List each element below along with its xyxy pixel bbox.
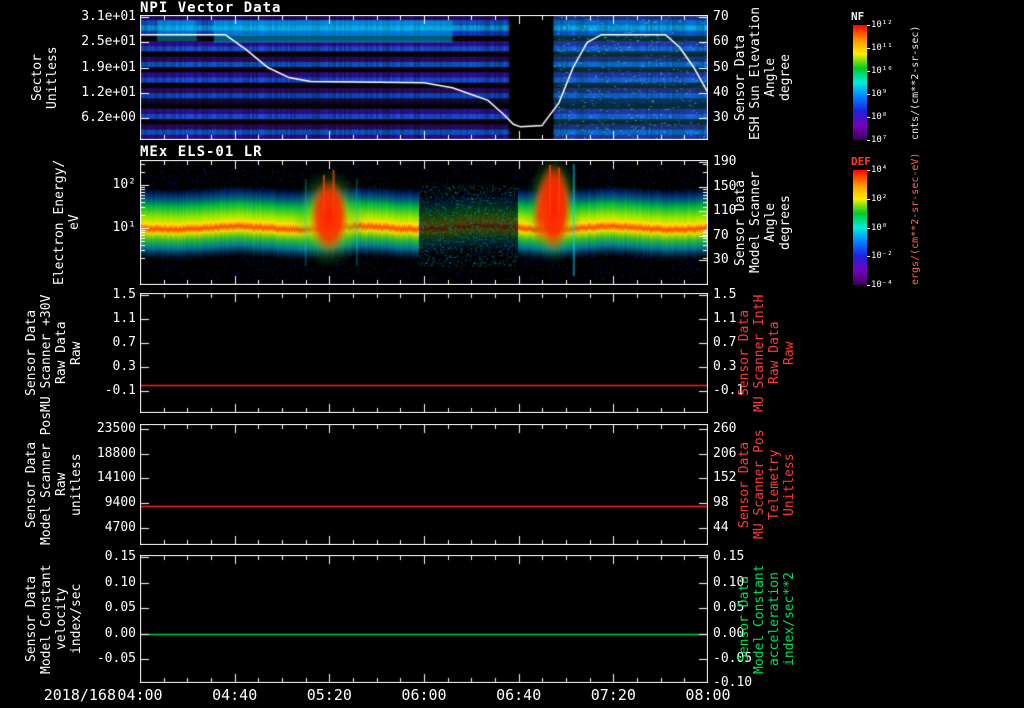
y-axis-label-left: Electron Energy/eV (52, 160, 82, 285)
axis-label-line: unitless (69, 453, 84, 516)
colorbar-tick-mark (867, 117, 870, 118)
y-axis-label-right: Sensor Data Model Constant acceleration ind… (737, 555, 797, 683)
els-spectrogram-canvas (140, 160, 708, 285)
def-colorbar (853, 170, 867, 285)
panel-title-npi: NPI Vector Data (140, 0, 282, 16)
axis-label-line: Sensor Data (737, 309, 752, 397)
axis-label-line: MU Scanner IntH (752, 294, 767, 412)
axis-label-line: Unitless (45, 46, 60, 109)
x-tick-label: 04:40 (212, 686, 258, 704)
nf-colorbar-label: NF (851, 10, 865, 23)
colorbar-tick-mark (867, 256, 870, 257)
axis-label-line: eV (67, 214, 82, 231)
axis-label-line: Angle (763, 202, 778, 243)
colorbar-tick-label: 10⁷ (871, 135, 888, 145)
axis-label-line: Raw Data (54, 321, 69, 385)
x-tick-label: 07:20 (590, 686, 636, 704)
panel-title-els: MEx ELS-01 LR (140, 144, 263, 160)
y-axis-label-right: Sensor Data MU Scanner Pos Telemetry Unitle… (737, 424, 797, 545)
colorbar-tick-mark (867, 228, 870, 229)
colorbar-tick-mark (867, 140, 870, 141)
axis-label-line: Model Scanner (748, 171, 763, 274)
y-axis-label-right: Sensor Data MU Scanner IntH Raw Data Raw (737, 293, 797, 413)
axis-label-line: Electron Energy/ (52, 159, 67, 285)
axis-label-line: index/sec**2 (782, 572, 797, 666)
x-axis-date-label: 2018/168 (43, 686, 116, 704)
colorbar-tick-label: 10¹¹ (871, 43, 893, 53)
colorbar-tick-label: 10⁸ (871, 112, 888, 122)
scanner-pos-plot-canvas (140, 424, 708, 545)
axis-label-line: Model Scanner Pos (39, 411, 54, 545)
y-tick-label-left: 6.2e+00 (81, 110, 136, 125)
axis-label-line: velocity (54, 587, 69, 651)
axis-label-line: Raw (782, 341, 797, 365)
colorbar-tick-mark (867, 199, 870, 200)
y-tick-label-left: 2.5e+01 (81, 34, 136, 50)
colorbar-tick-label: 10⁰ (871, 222, 888, 233)
axis-label-line: acceleration (767, 572, 782, 666)
axis-label-line: Sensor Data (733, 34, 748, 121)
x-tick-label: 06:40 (496, 686, 542, 704)
y-axis-label-left: Sensor Data Model Constant velocity index/s… (24, 555, 84, 683)
axis-label-line: Sector (30, 54, 45, 101)
colorbar-tick-label: 10⁻⁴ (871, 280, 893, 290)
def-colorbar-units: ergs/(cm**2-sr-sec-eV) (910, 152, 922, 285)
colorbar-tick-mark (867, 25, 870, 26)
nf-colorbar-units: cnts/(cm**2-sr-sec) (910, 25, 922, 140)
axis-label-line: index/sec (69, 583, 84, 655)
x-tick-label: 04:00 (117, 686, 163, 704)
y-tick-label-left: 1.9e+01 (81, 59, 136, 75)
colorbar-tick-label: 10¹² (871, 20, 893, 30)
axis-label-line: Sensor Data (733, 179, 748, 266)
colorbar-tick-mark (867, 285, 870, 286)
def-colorbar-units-text: ergs/(cm**2-sr-sec-eV) (910, 152, 921, 285)
colorbar-tick-label: 10⁻² (871, 251, 893, 262)
axis-label-line: MU Scanner +30V (39, 294, 54, 412)
mu-scanner-30v-plot-canvas (140, 293, 708, 413)
axis-label-line: Sensor Data (737, 441, 752, 528)
axis-label-line: Sensor Data (737, 575, 752, 663)
x-tick-label: 06:00 (401, 686, 447, 704)
axis-label-line: Angle (763, 57, 778, 98)
nf-colorbar-units-text: cnts/(cm**2-sr-sec) (910, 25, 921, 140)
axis-label-line: Raw (69, 341, 84, 365)
axis-label-line: Model Constant (39, 564, 54, 674)
nf-colorbar (853, 25, 867, 140)
colorbar-tick-label: 10² (871, 193, 888, 204)
y-axis-label-left: Sensor Data MU Scanner +30V Raw Data Raw (24, 293, 84, 413)
colorbar-tick-mark (867, 48, 870, 49)
axis-label-line: Model Constant (752, 564, 767, 674)
colorbar-tick-label: 10⁴ (871, 165, 888, 175)
colorbar-tick-mark (867, 170, 870, 171)
x-tick-label: 05:20 (306, 686, 352, 704)
axis-label-line: Raw Data (767, 321, 782, 385)
y-tick-label-left: 1.2e+01 (81, 84, 136, 100)
axis-label-line: Raw (54, 472, 69, 497)
axis-label-line: Sensor Data (24, 575, 39, 663)
y-axis-label-left: Sensor Data Model Scanner Pos Raw unitless (24, 411, 84, 545)
y-axis-label-right: Sensor Data Model Scanner Angle degrees (733, 160, 793, 285)
colorbar-tick-mark (867, 71, 870, 72)
axis-label-line: Telemetry (767, 449, 782, 520)
axis-label-line: Sensor Data (24, 309, 39, 397)
plot-window: NPI Vector Data MEx ELS-01 LR NF DEF cnt… (0, 0, 1024, 708)
y-axis-label-left: Sector Unitless (30, 15, 60, 140)
y-tick-label-left: 3.1e+01 (81, 9, 136, 24)
axis-label-line: MU Scanner Pos (752, 429, 767, 540)
model-constant-velocity-plot-canvas (140, 555, 708, 683)
def-colorbar-label: DEF (851, 155, 871, 168)
colorbar-tick-mark (867, 94, 870, 95)
x-tick-label: 08:00 (685, 686, 731, 704)
y-axis-label-right: Sensor Data ESH Sun Elevation Angle degree (733, 6, 793, 140)
axis-label-line: Unitless (782, 453, 797, 516)
colorbar-tick-label: 10⁹ (871, 89, 888, 99)
axis-label-line: Sensor Data (24, 441, 39, 528)
axis-label-line: degree (778, 54, 793, 101)
axis-label-line: ESH Sun Elevation (748, 6, 763, 140)
colorbar-tick-label: 10¹⁰ (871, 66, 893, 76)
axis-label-line: degrees (778, 195, 793, 250)
npi-spectrogram-canvas (140, 15, 708, 140)
